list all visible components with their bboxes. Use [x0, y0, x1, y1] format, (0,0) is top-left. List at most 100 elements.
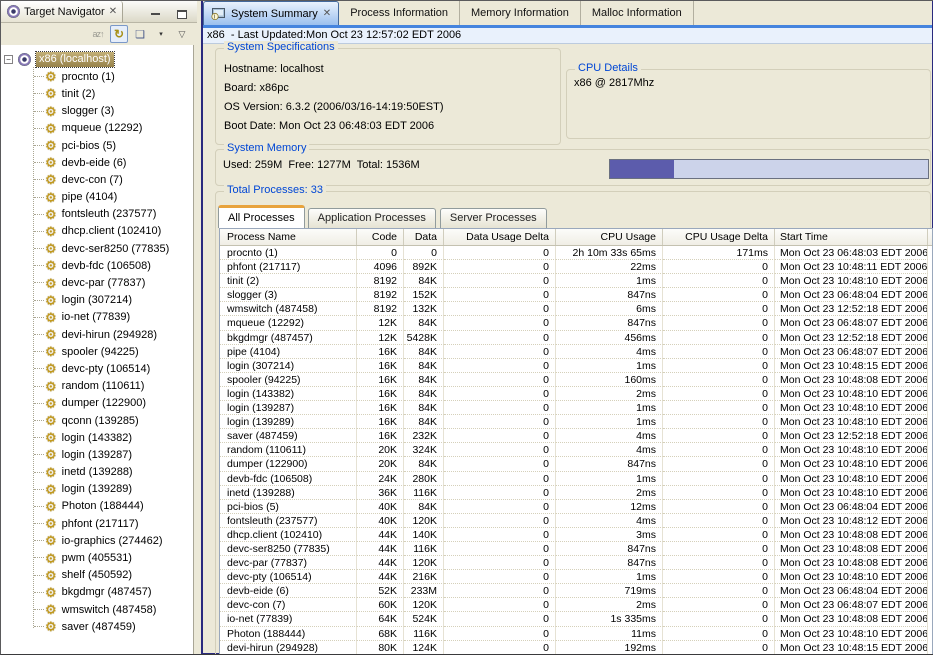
maximize-view-button[interactable]: [173, 5, 191, 23]
view-menu-button[interactable]: ▽: [173, 25, 191, 43]
table-row[interactable]: devc-par (77837)44K120K0847ns0Mon Oct 23…: [220, 556, 932, 570]
tree-item-process[interactable]: ⚙pwm (405531): [1, 549, 193, 566]
tree-item-process[interactable]: ⚙devb-eide (6): [1, 154, 193, 171]
table-row[interactable]: fontsleuth (237577)40K120K04ms0Mon Oct 2…: [220, 514, 932, 528]
tree-item-process[interactable]: ⚙random (110611): [1, 378, 193, 395]
table-cell: 0: [663, 556, 775, 570]
tree-item-process[interactable]: ⚙devc-ser8250 (77835): [1, 240, 193, 257]
table-cell: 44K: [357, 570, 404, 584]
tree-item-process[interactable]: ⚙login (307214): [1, 292, 193, 309]
tab-application-processes[interactable]: Application Processes: [308, 208, 436, 228]
tree-item-process[interactable]: ⚙inetd (139288): [1, 464, 193, 481]
tree-item-process[interactable]: ⚙devc-pty (106514): [1, 360, 193, 377]
tree-item-process[interactable]: ⚙Photon (188444): [1, 498, 193, 515]
tree-item-process[interactable]: ⚙login (139287): [1, 446, 193, 463]
table-row[interactable]: io-net (77839)64K524K01s 335ms0Mon Oct 2…: [220, 612, 932, 626]
process-label: dhcp.client (102410): [62, 225, 162, 237]
table-row[interactable]: devc-con (7)60K120K02ms0Mon Oct 23 06:48…: [220, 598, 932, 612]
column-header[interactable]: CPU Usage: [556, 229, 663, 245]
tree-item-process[interactable]: ⚙slogger (3): [1, 103, 193, 120]
tree-item-process[interactable]: ⚙shelf (450592): [1, 567, 193, 584]
table-row[interactable]: devi-hirun (294928)80K124K0192ms0Mon Oct…: [220, 641, 932, 655]
table-row[interactable]: login (143382)16K84K02ms0Mon Oct 23 10:4…: [220, 387, 932, 401]
table-row[interactable]: dumper (122900)20K84K0847ns0Mon Oct 23 1…: [220, 457, 932, 471]
table-row[interactable]: mqueue (12292)12K84K0847ns0Mon Oct 23 06…: [220, 316, 932, 330]
table-row[interactable]: login (139289)16K84K01ms0Mon Oct 23 10:4…: [220, 415, 932, 429]
collapse-toggle-icon[interactable]: −: [4, 55, 13, 64]
tree-item-process[interactable]: ⚙login (143382): [1, 429, 193, 446]
table-cell: 892K: [404, 260, 444, 274]
tree-item-process[interactable]: ⚙pipe (4104): [1, 189, 193, 206]
column-header[interactable]: CPU Usage Delta: [663, 229, 775, 245]
tree-item-process[interactable]: ⚙dhcp.client (102410): [1, 223, 193, 240]
table-row[interactable]: random (110611)20K324K04ms0Mon Oct 23 10…: [220, 443, 932, 457]
table-row[interactable]: devb-fdc (106508)24K280K01ms0Mon Oct 23 …: [220, 472, 932, 486]
column-header[interactable]: Start Time: [775, 229, 928, 245]
table-row[interactable]: phfont (217117)4096892K022ms0Mon Oct 23 …: [220, 260, 932, 274]
column-header[interactable]: Code: [357, 229, 404, 245]
column-header[interactable]: Data: [404, 229, 444, 245]
tree-item-process[interactable]: ⚙devi-hirun (294928): [1, 326, 193, 343]
close-view-icon[interactable]: ✕: [109, 7, 117, 17]
table-row[interactable]: procnto (1)0002h 10m 33s 65ms171msMon Oc…: [220, 246, 932, 260]
tree-item-process[interactable]: ⚙bkgdmgr (487457): [1, 584, 193, 601]
layout-button[interactable]: ❏: [131, 25, 149, 43]
table-cell: random (110611): [220, 443, 357, 457]
table-row[interactable]: slogger (3)8192152K0847ns0Mon Oct 23 06:…: [220, 288, 932, 302]
tab-memory-information[interactable]: Memory Information: [460, 1, 581, 25]
table-row[interactable]: devb-eide (6)52K233M0719ms0Mon Oct 23 06…: [220, 584, 932, 598]
tree-item-process[interactable]: ⚙devb-fdc (106508): [1, 257, 193, 274]
layout-dropdown-button[interactable]: ▾: [152, 25, 170, 43]
table-row[interactable]: devc-ser8250 (77835)44K116K0847ns0Mon Oc…: [220, 542, 932, 556]
sort-button[interactable]: az↑: [89, 25, 107, 43]
column-header[interactable]: Process Name: [220, 229, 357, 245]
refresh-button[interactable]: ↻: [110, 25, 128, 43]
tree-item-process[interactable]: ⚙phfont (217117): [1, 515, 193, 532]
close-tab-icon[interactable]: ✕: [323, 9, 331, 19]
tab-malloc-information[interactable]: Malloc Information: [581, 1, 694, 25]
table-row[interactable]: inetd (139288)36K116K02ms0Mon Oct 23 10:…: [220, 486, 932, 500]
column-header[interactable]: Data Usage Delta: [444, 229, 556, 245]
tree-item-process[interactable]: ⚙mqueue (12292): [1, 120, 193, 137]
tab-label: Process Information: [350, 7, 448, 19]
table-cell: Mon Oct 23 10:48:10 EDT 2006: [775, 415, 928, 429]
table-row[interactable]: bkgdmgr (487457)12K5428K0456ms0Mon Oct 2…: [220, 331, 932, 345]
tree-item-process[interactable]: ⚙saver (487459): [1, 618, 193, 635]
tree-item-process[interactable]: ⚙wmswitch (487458): [1, 601, 193, 618]
table-row[interactable]: saver (487459)16K232K04ms0Mon Oct 23 12:…: [220, 429, 932, 443]
tab-server-processes[interactable]: Server Processes: [440, 208, 547, 228]
table-row[interactable]: devc-pty (106514)44K216K01ms0Mon Oct 23 …: [220, 570, 932, 584]
table-row[interactable]: Photon (188444)68K116K011ms0Mon Oct 23 1…: [220, 627, 932, 641]
tree-item-process[interactable]: ⚙devc-par (77837): [1, 274, 193, 291]
table-row[interactable]: dhcp.client (102410)44K140K03ms0Mon Oct …: [220, 528, 932, 542]
process-gear-icon: ⚙: [45, 380, 57, 393]
tree-item-process[interactable]: ⚙fontsleuth (237577): [1, 206, 193, 223]
system-specifications-group: System Specifications Hostname: localhos…: [215, 48, 561, 145]
tree-item-process[interactable]: ⚙io-graphics (274462): [1, 532, 193, 549]
table-row[interactable]: spooler (94225)16K84K0160ms0Mon Oct 23 1…: [220, 373, 932, 387]
tree-item-process[interactable]: ⚙tinit (2): [1, 85, 193, 102]
tree-item-process[interactable]: ⚙io-net (77839): [1, 309, 193, 326]
tree-item-process[interactable]: ⚙devc-con (7): [1, 171, 193, 188]
minimize-view-button[interactable]: [147, 5, 165, 23]
tree-item-process[interactable]: ⚙qconn (139285): [1, 412, 193, 429]
table-row[interactable]: pipe (4104)16K84K04ms0Mon Oct 23 06:48:0…: [220, 345, 932, 359]
table-row[interactable]: login (139287)16K84K01ms0Mon Oct 23 10:4…: [220, 401, 932, 415]
tab-all-processes[interactable]: All Processes: [218, 205, 305, 228]
tree-item-process[interactable]: ⚙login (139289): [1, 481, 193, 498]
tree-item-process[interactable]: ⚙dumper (122900): [1, 395, 193, 412]
table-cell: Mon Oct 23 10:48:08 EDT 2006: [775, 542, 928, 556]
tree-item-process[interactable]: ⚙pci-bios (5): [1, 137, 193, 154]
tab-process-information[interactable]: Process Information: [339, 1, 460, 25]
table-row[interactable]: pci-bios (5)40K84K012ms0Mon Oct 23 06:48…: [220, 500, 932, 514]
process-label: login (139289): [62, 483, 132, 495]
tab-system-summary[interactable]: i System Summary ✕: [203, 1, 339, 25]
table-row[interactable]: login (307214)16K84K01ms0Mon Oct 23 10:4…: [220, 359, 932, 373]
tree-item-process[interactable]: ⚙procnto (1): [1, 68, 193, 85]
refresh-icon: ↻: [114, 27, 124, 41]
table-row[interactable]: tinit (2)819284K01ms0Mon Oct 23 10:48:10…: [220, 274, 932, 288]
table-row[interactable]: wmswitch (487458)8192132K06ms0Mon Oct 23…: [220, 302, 932, 316]
tree-item-process[interactable]: ⚙spooler (94225): [1, 343, 193, 360]
tree-root-row[interactable]: − x86 (localhost): [1, 51, 193, 68]
tab-target-navigator[interactable]: Target Navigator ✕: [1, 1, 123, 22]
